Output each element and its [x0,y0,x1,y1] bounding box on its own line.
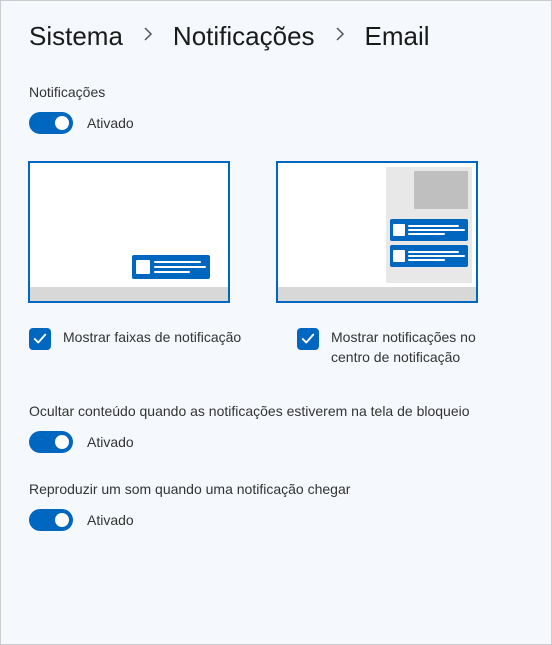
check-icon [301,332,315,346]
chevron-right-icon [143,27,153,46]
breadcrumb-sistema[interactable]: Sistema [29,21,123,52]
notifications-label: Notificações [29,84,523,100]
show-center-checkbox[interactable] [297,328,319,350]
show-banners-checkbox[interactable] [29,328,51,350]
taskbar-icon [30,287,228,301]
breadcrumb-notificacoes[interactable]: Notificações [173,21,315,52]
lockscreen-label: Ocultar conteúdo quando as notificações … [29,403,523,419]
sound-label: Reproduzir um som quando uma notificação… [29,481,523,497]
banner-preview[interactable] [29,162,229,302]
breadcrumb: Sistema Notificações Email [29,21,523,52]
banner-icon [132,255,210,279]
notifications-toggle[interactable] [29,112,73,134]
breadcrumb-email: Email [365,21,430,52]
notifications-state: Ativado [87,115,134,131]
sound-toggle[interactable] [29,509,73,531]
lockscreen-toggle[interactable] [29,431,73,453]
chevron-right-icon [335,27,345,46]
action-center-icon [386,167,472,283]
check-icon [33,332,47,346]
action-center-preview[interactable] [277,162,477,302]
show-banners-label: Mostrar faixas de notificação [63,328,241,348]
show-center-label: Mostrar notificações no centro de notifi… [331,328,517,367]
sound-state: Ativado [87,512,134,528]
lockscreen-state: Ativado [87,434,134,450]
taskbar-icon [278,287,476,301]
